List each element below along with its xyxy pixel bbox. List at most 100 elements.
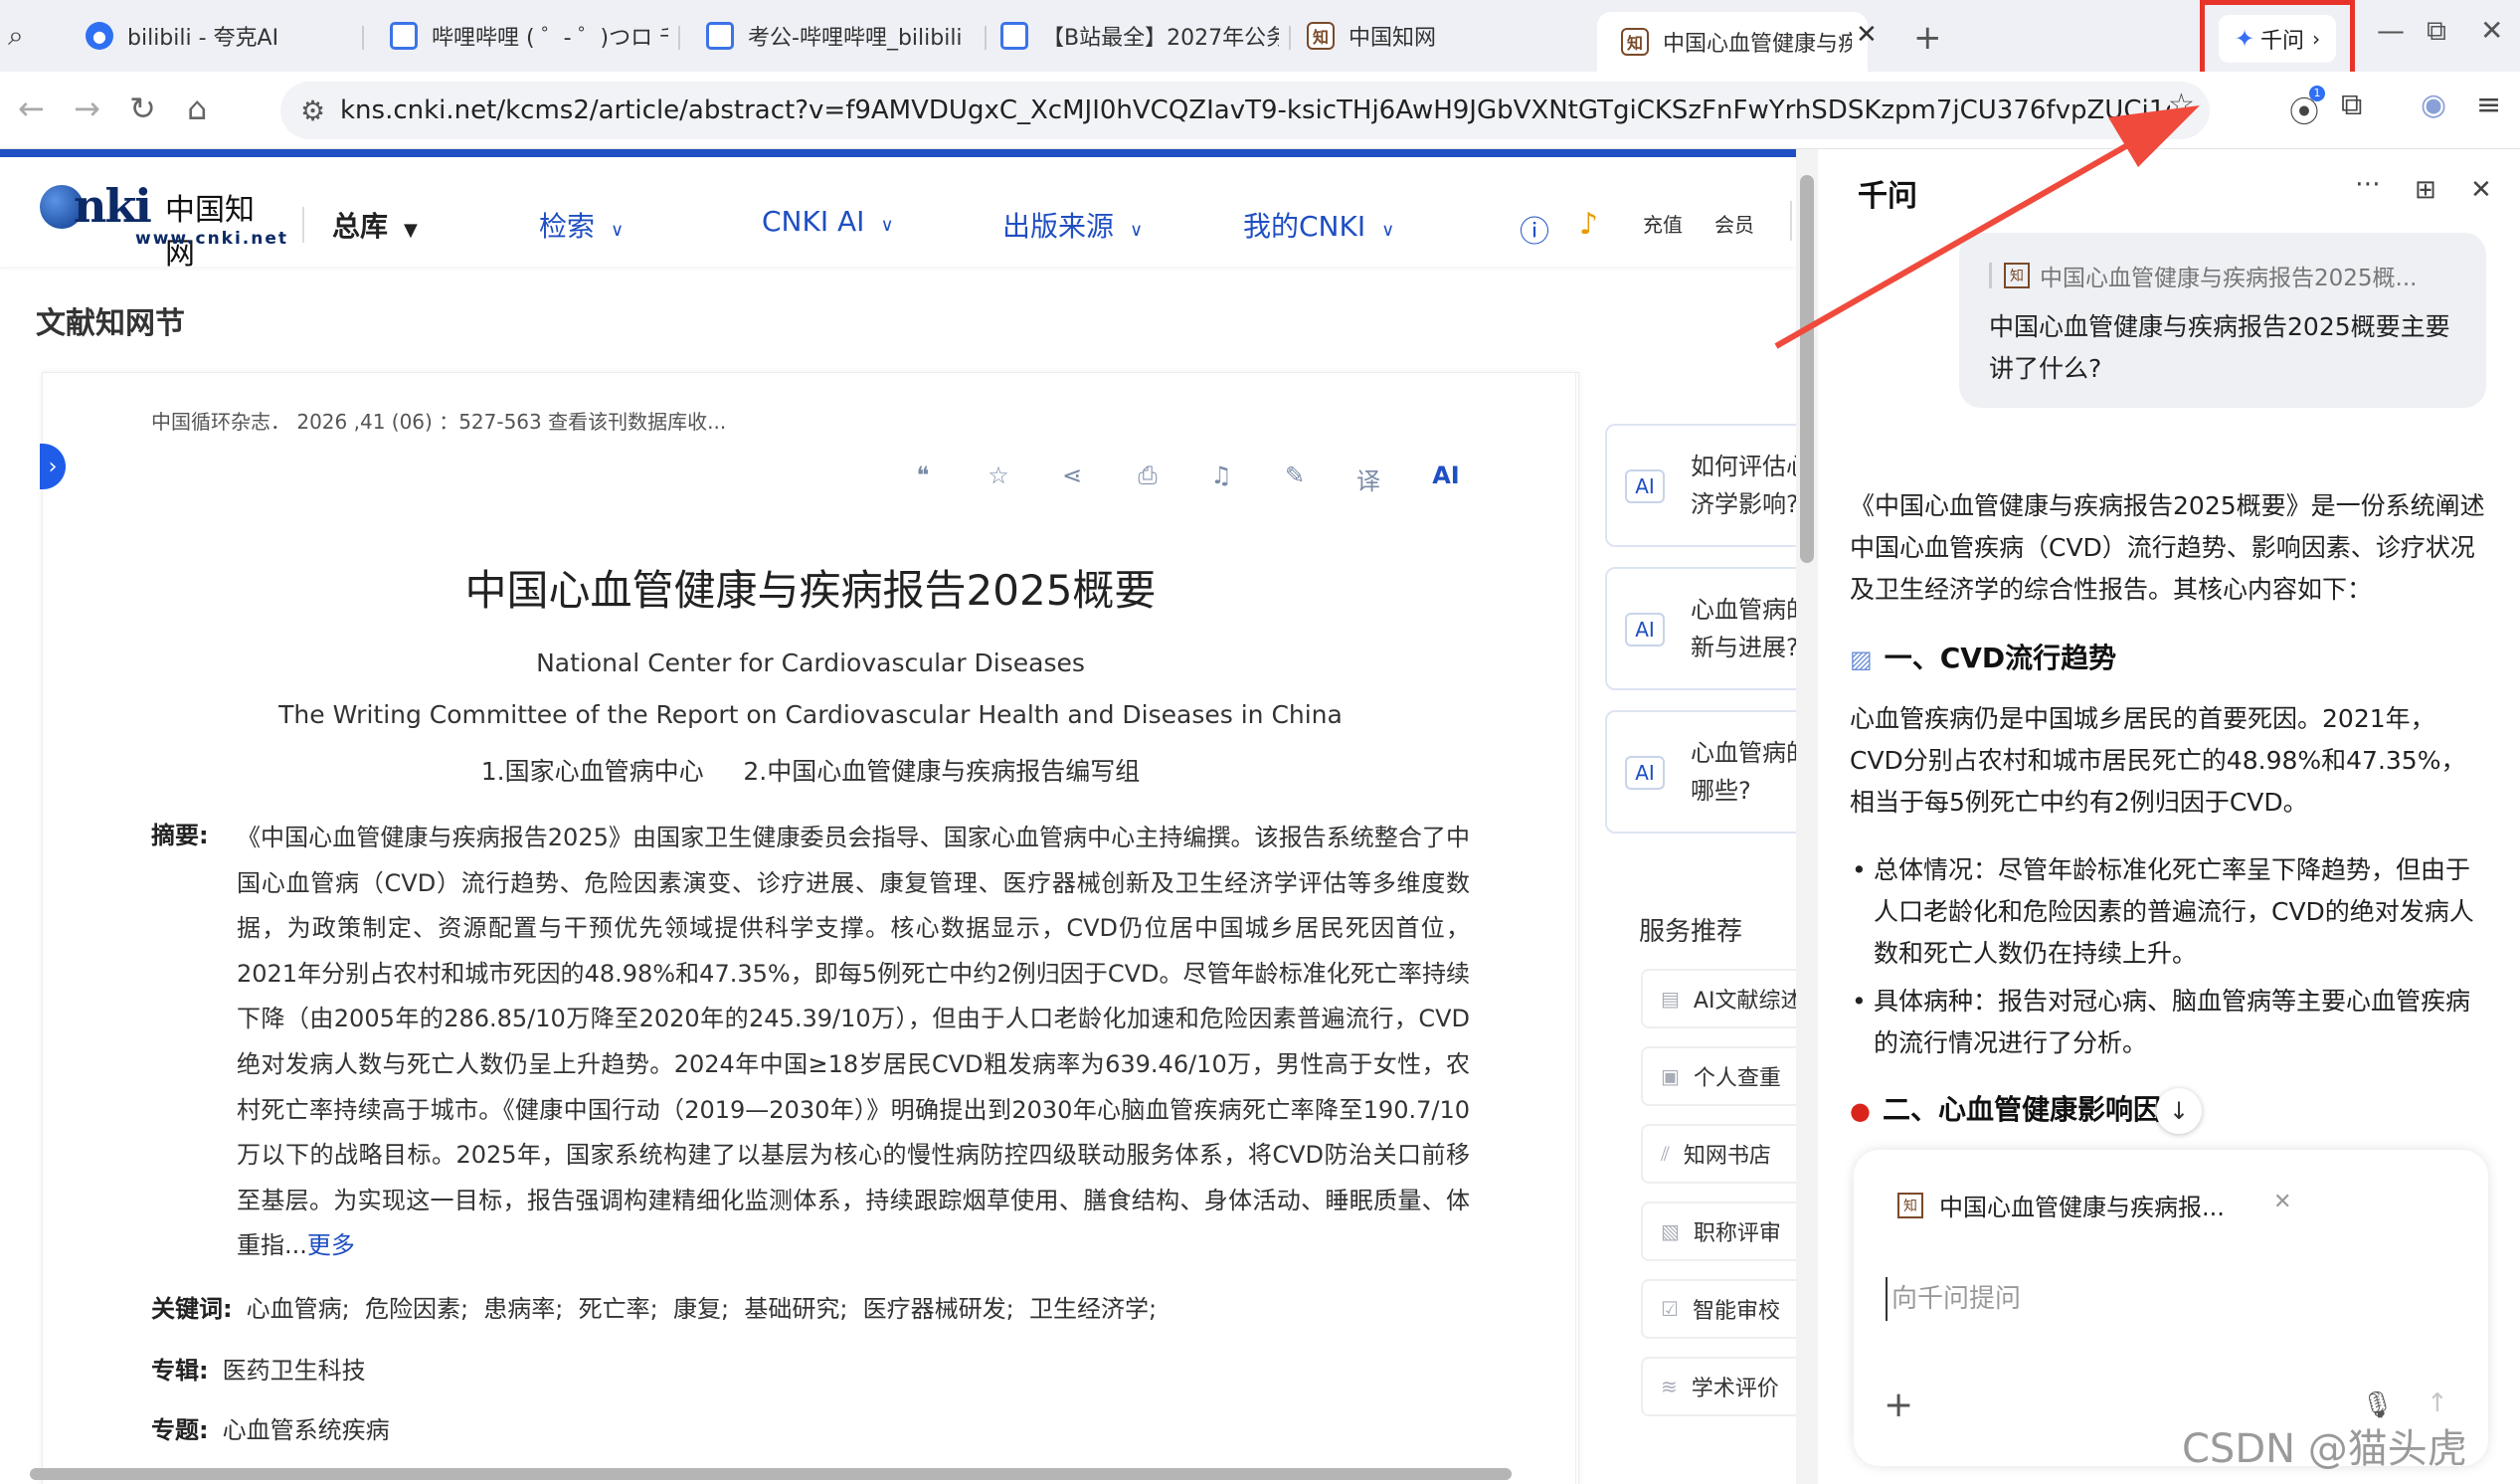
qianwen-side-panel: 千问 ⋯ ⊞ ✕ 知 中国心血管健康与疾病报告2025概... 中国心血管健康与…: [1818, 149, 2520, 1484]
tab-bilibili-home[interactable]: 哔哩哔哩 ( ゜- ゜)つロ 千: [390, 8, 668, 64]
recharge-link[interactable]: 充值: [1643, 209, 1683, 238]
panel-close-icon[interactable]: ✕: [2470, 175, 2492, 205]
service-bookstore[interactable]: ⫽ 知网书店: [1641, 1124, 1796, 1184]
service-label: 智能审校: [1692, 1299, 1780, 1324]
header-divider: [1790, 201, 1792, 241]
document-icon: ▧: [1661, 1219, 1680, 1243]
site-info-icon[interactable]: ⚙: [300, 94, 340, 127]
chart-emoji-icon: ▨: [1850, 646, 1873, 673]
tab-label: 哔哩哔哩 ( ゜- ゜)つロ 千: [432, 26, 668, 51]
window-close-icon[interactable]: ✕: [2480, 14, 2503, 47]
translate-icon[interactable]: 译: [1349, 462, 1388, 496]
cite-icon[interactable]: ❝: [903, 462, 943, 489]
author-en[interactable]: The Writing Committee of the Report on C…: [0, 700, 1621, 729]
tab-label: 中国知网: [1349, 26, 1437, 51]
attachment-chip[interactable]: 知 中国心血管健康与疾病报...: [1897, 1188, 2225, 1222]
cnki-logo[interactable]: nki 中国知网 www.cnki.net: [40, 179, 286, 272]
reload-icon[interactable]: ↻: [129, 90, 156, 127]
ai-badge: AI: [1625, 613, 1665, 647]
profile-avatar-icon[interactable]: ◉: [2421, 88, 2446, 122]
tab-search-icon[interactable]: ⌕: [8, 8, 52, 64]
cnki-icon: 知: [2004, 263, 2030, 288]
journal-source[interactable]: 中国循环杂志． 2026 ,41 (06) ：527-563 查看该刊数据库收.…: [151, 406, 726, 435]
ai-question-card[interactable]: AI 心血管病的 哪些?: [1605, 710, 1796, 834]
ask-input[interactable]: [1886, 1277, 2442, 1321]
scroll-to-bottom-button[interactable]: ↓: [2156, 1088, 2202, 1134]
keywords[interactable]: 心血管病; 危险因素; 患病率; 死亡率; 康复; 基础研究; 医疗器械研发; …: [247, 1295, 1158, 1323]
home-icon[interactable]: ⌂: [187, 90, 207, 127]
new-tab-icon[interactable]: +: [1913, 18, 1942, 58]
qianwen-star-icon: ✦: [2234, 25, 2255, 53]
remove-attachment-icon[interactable]: ✕: [2273, 1190, 2291, 1214]
more-options-icon[interactable]: ⋯: [2355, 169, 2381, 199]
url-text[interactable]: kns.cnki.net/kcms2/article/abstract?v=f9…: [340, 95, 2170, 125]
cnki-icon: 知: [1621, 28, 1649, 56]
affiliations[interactable]: 1.国家心血管病中心 2.中国心血管健康与疾病报告编写组: [0, 752, 1621, 788]
tab-divider: [985, 26, 987, 50]
section-title: 文献知网节: [36, 306, 185, 341]
service-evaluation[interactable]: ≋ 学术评价: [1641, 1357, 1796, 1416]
ai-question-card[interactable]: AI 心血管病的 新与进展?: [1605, 567, 1796, 690]
add-icon[interactable]: +: [1884, 1385, 1913, 1425]
forward-icon[interactable]: →: [74, 90, 100, 127]
heading-text: 二、心血管健康影响因素: [1882, 1093, 2189, 1126]
layers-icon: ≋: [1661, 1375, 1678, 1398]
maximize-icon[interactable]: ⧉: [2427, 14, 2446, 48]
member-link[interactable]: 会员: [1714, 209, 1754, 238]
tab-strip: ⌕ ● bilibili - 夸克AI 哔哩哔哩 ( ゜- ゜)つロ 千 考公-…: [0, 0, 2520, 78]
help-icon[interactable]: ⓘ: [1520, 207, 1549, 251]
service-title-review[interactable]: ▧ 职称评审: [1641, 1202, 1796, 1261]
nav-chuban[interactable]: 出版来源 ∨: [1002, 205, 1143, 245]
service-plagiarism[interactable]: ▣ 个人查重: [1641, 1046, 1796, 1106]
service-proofread[interactable]: ☑ 智能审校: [1641, 1279, 1796, 1339]
menu-icon[interactable]: ≡: [2476, 88, 2501, 122]
extensions-puzzle-icon[interactable]: ⧉: [2341, 88, 2362, 122]
ai-action-button[interactable]: AI: [1426, 462, 1466, 489]
chevron-down-icon: ∨: [611, 220, 625, 241]
zhuanti-row: 专题: 心血管系统疾病: [151, 1410, 390, 1445]
zhuanti-value: 心血管系统疾病: [222, 1416, 390, 1444]
qianwen-button[interactable]: ✦ 千问 ›: [2218, 15, 2337, 63]
ai-review-icon: ▤: [1661, 987, 1680, 1011]
send-arrow-icon[interactable]: ↑: [2427, 1389, 2448, 1418]
nav-my-cnki[interactable]: 我的CNKI ∨: [1243, 205, 1394, 245]
panel-title: 千问: [1858, 179, 1917, 214]
nav-cnki-ai[interactable]: CNKI AI ∨: [762, 205, 894, 238]
tab-bzhan-2027[interactable]: 【B站最全】2027年公务: [1000, 8, 1279, 64]
print-icon[interactable]: ⎙: [1128, 462, 1168, 489]
author-en[interactable]: National Center for Cardiovascular Disea…: [0, 649, 1621, 677]
arrow-down-icon: ↓: [2168, 1097, 2190, 1125]
nav-zongku[interactable]: 总库 ▼: [332, 205, 418, 245]
edit-pen-icon[interactable]: ✎: [1275, 462, 1315, 489]
abstract-label: 摘要:: [151, 822, 209, 849]
more-link[interactable]: 更多: [307, 1231, 355, 1259]
extension-badge: 1: [2309, 86, 2325, 101]
top-accent-bar: [0, 149, 1796, 157]
url-bar[interactable]: ⚙ kns.cnki.net/kcms2/article/abstract?v=…: [280, 82, 2210, 139]
service-ai-review[interactable]: ▤ AI文献综述: [1641, 969, 1796, 1028]
chevron-right-icon: ›: [48, 454, 58, 479]
tab-kaogong[interactable]: 考公-哔哩哔哩_bilibili: [706, 8, 975, 64]
apple-emoji-icon: ●: [1850, 1097, 1871, 1125]
share-icon[interactable]: ⋖: [1052, 462, 1092, 489]
tab-cardio-report[interactable]: 知 中国心血管健康与疾: [1597, 12, 1868, 72]
minimize-icon[interactable]: —: [2377, 14, 2405, 47]
vertical-scroll-thumb[interactable]: [1800, 175, 1814, 563]
zhuanji-label: 专辑:: [151, 1357, 209, 1385]
ai-question-card[interactable]: AI 如何评估心 济学影响?: [1605, 424, 1796, 547]
tab-bilibili-quark[interactable]: ● bilibili - 夸克AI: [86, 8, 334, 64]
chevron-down-icon: ∨: [880, 215, 894, 236]
horizontal-scroll-thumb[interactable]: [30, 1468, 1512, 1480]
bell-icon[interactable]: ♪: [1579, 207, 1598, 242]
notify-bell-icon[interactable]: ♫: [1201, 462, 1241, 489]
bookmark-star-icon[interactable]: ☆: [2168, 88, 2195, 122]
service-label: AI文献综述: [1693, 989, 1796, 1014]
close-tab-icon[interactable]: ✕: [1856, 20, 1878, 50]
favorite-star-icon[interactable]: ☆: [979, 462, 1018, 489]
nav-jiansuo[interactable]: 检索 ∨: [539, 205, 624, 245]
back-icon[interactable]: ←: [18, 90, 45, 127]
tab-cnki[interactable]: 知 中国知网: [1307, 8, 1585, 64]
reference-chip[interactable]: 知 中国心血管健康与疾病报告2025概...: [1989, 259, 2417, 292]
new-chat-icon[interactable]: ⊞: [2415, 175, 2436, 205]
tv-icon: [1000, 22, 1028, 50]
